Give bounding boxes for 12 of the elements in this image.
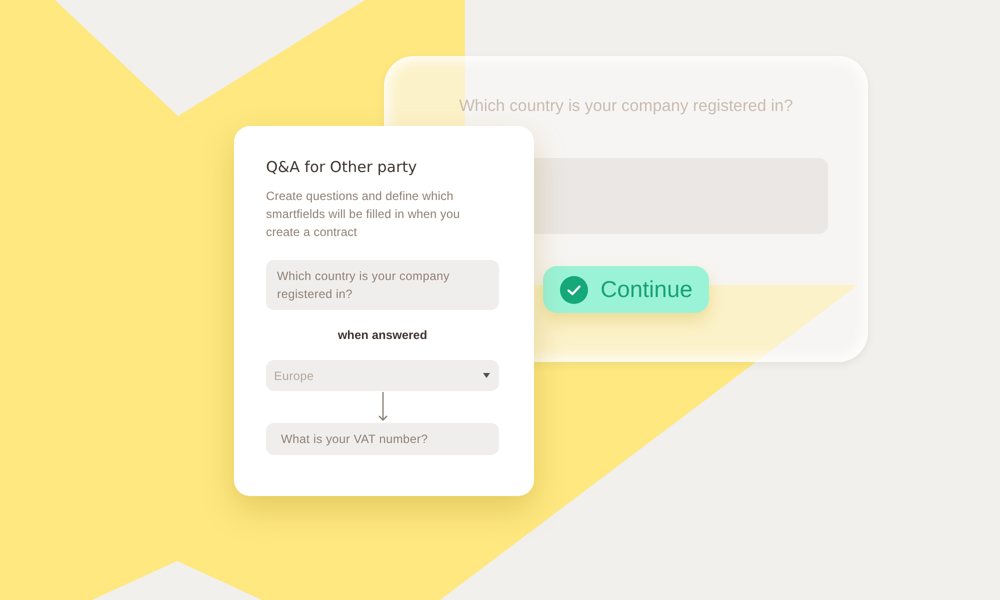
answer-field[interactable] xyxy=(534,158,828,234)
caret-icon xyxy=(483,373,490,378)
down-arrow-icon xyxy=(378,391,388,423)
question-field[interactable]: Which country is your company registered in? xyxy=(266,260,499,310)
target-field[interactable]: What is your VAT number? xyxy=(266,423,499,455)
check-icon xyxy=(560,276,588,304)
card-description: Create questions and define which smartfields will be filled in when you create a contract xyxy=(266,188,461,241)
continue-button[interactable]: Continue xyxy=(543,266,709,313)
answer-dropdown[interactable]: Europe xyxy=(266,360,499,391)
condition-label: when answered xyxy=(338,327,428,344)
card-title: Q&A for Other party xyxy=(266,157,417,178)
question-text: Which country is your company registered in? xyxy=(459,96,793,116)
